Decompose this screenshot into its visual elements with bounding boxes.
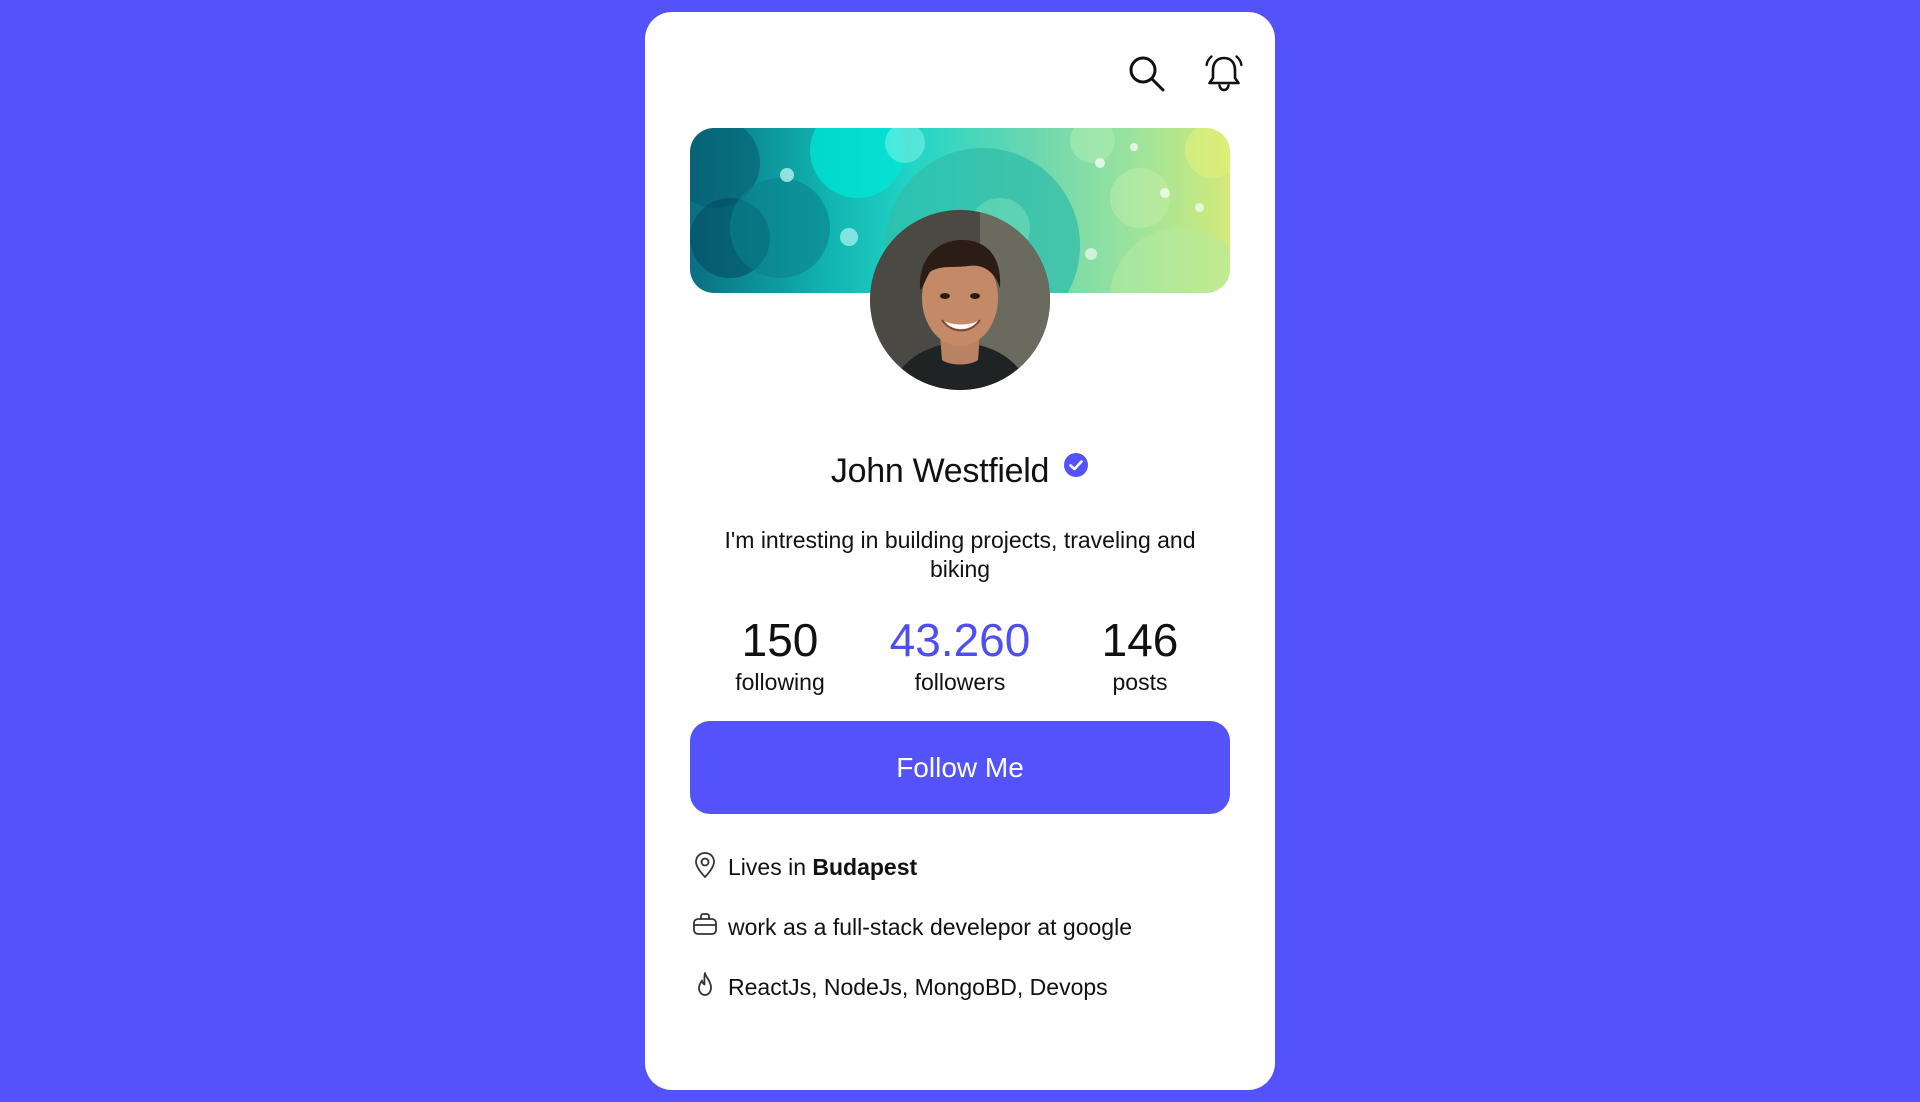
location-text: Lives in Budapest <box>728 854 917 881</box>
detail-skills: ReactJs, NodeJs, MongoBD, Devops <box>690 972 1250 1034</box>
bell-icon <box>1205 55 1243 92</box>
stats-row: 150 following 43.260 followers 146 posts <box>690 612 1230 696</box>
location-city: Budapest <box>812 854 918 880</box>
stat-following[interactable]: 150 following <box>690 612 870 696</box>
verified-badge-icon <box>1064 452 1089 477</box>
follow-button[interactable]: Follow Me <box>690 721 1230 814</box>
avatar-portrait <box>870 210 1050 390</box>
notifications-button[interactable] <box>1203 52 1245 94</box>
location-prefix: Lives in <box>728 854 813 880</box>
search-icon <box>1129 56 1165 92</box>
stat-label: following <box>735 669 825 695</box>
name-row: John Westfield <box>645 452 1275 491</box>
profile-bio: I'm intresting in building projects, tra… <box>724 527 1196 582</box>
profile-card: John Westfield I'm intresting in buildin… <box>645 12 1275 1090</box>
location-pin-icon <box>695 852 715 879</box>
detail-location: Lives in Budapest <box>690 852 1250 914</box>
avatar[interactable] <box>870 210 1050 390</box>
search-button[interactable] <box>1125 52 1167 94</box>
work-text: work as a full-stack develepor at google <box>728 914 1132 940</box>
stat-label: followers <box>914 669 1006 695</box>
stat-followers[interactable]: 43.260 followers <box>870 612 1050 696</box>
stat-value: 146 <box>1101 614 1179 666</box>
detail-work: work as a full-stack develepor at google <box>690 913 1250 974</box>
profile-name: John Westfield <box>830 452 1050 490</box>
briefcase-icon <box>693 913 717 935</box>
stat-label: posts <box>1112 669 1168 695</box>
stat-posts[interactable]: 146 posts <box>1050 612 1230 696</box>
profile-details: Lives in Budapest work as a full-stack d… <box>690 852 1250 1034</box>
stat-value: 150 <box>741 614 819 666</box>
top-actions <box>1125 52 1245 94</box>
flame-icon <box>698 972 712 996</box>
skills-text: ReactJs, NodeJs, MongoBD, Devops <box>728 974 1108 1000</box>
stat-value: 43.260 <box>889 614 1031 666</box>
